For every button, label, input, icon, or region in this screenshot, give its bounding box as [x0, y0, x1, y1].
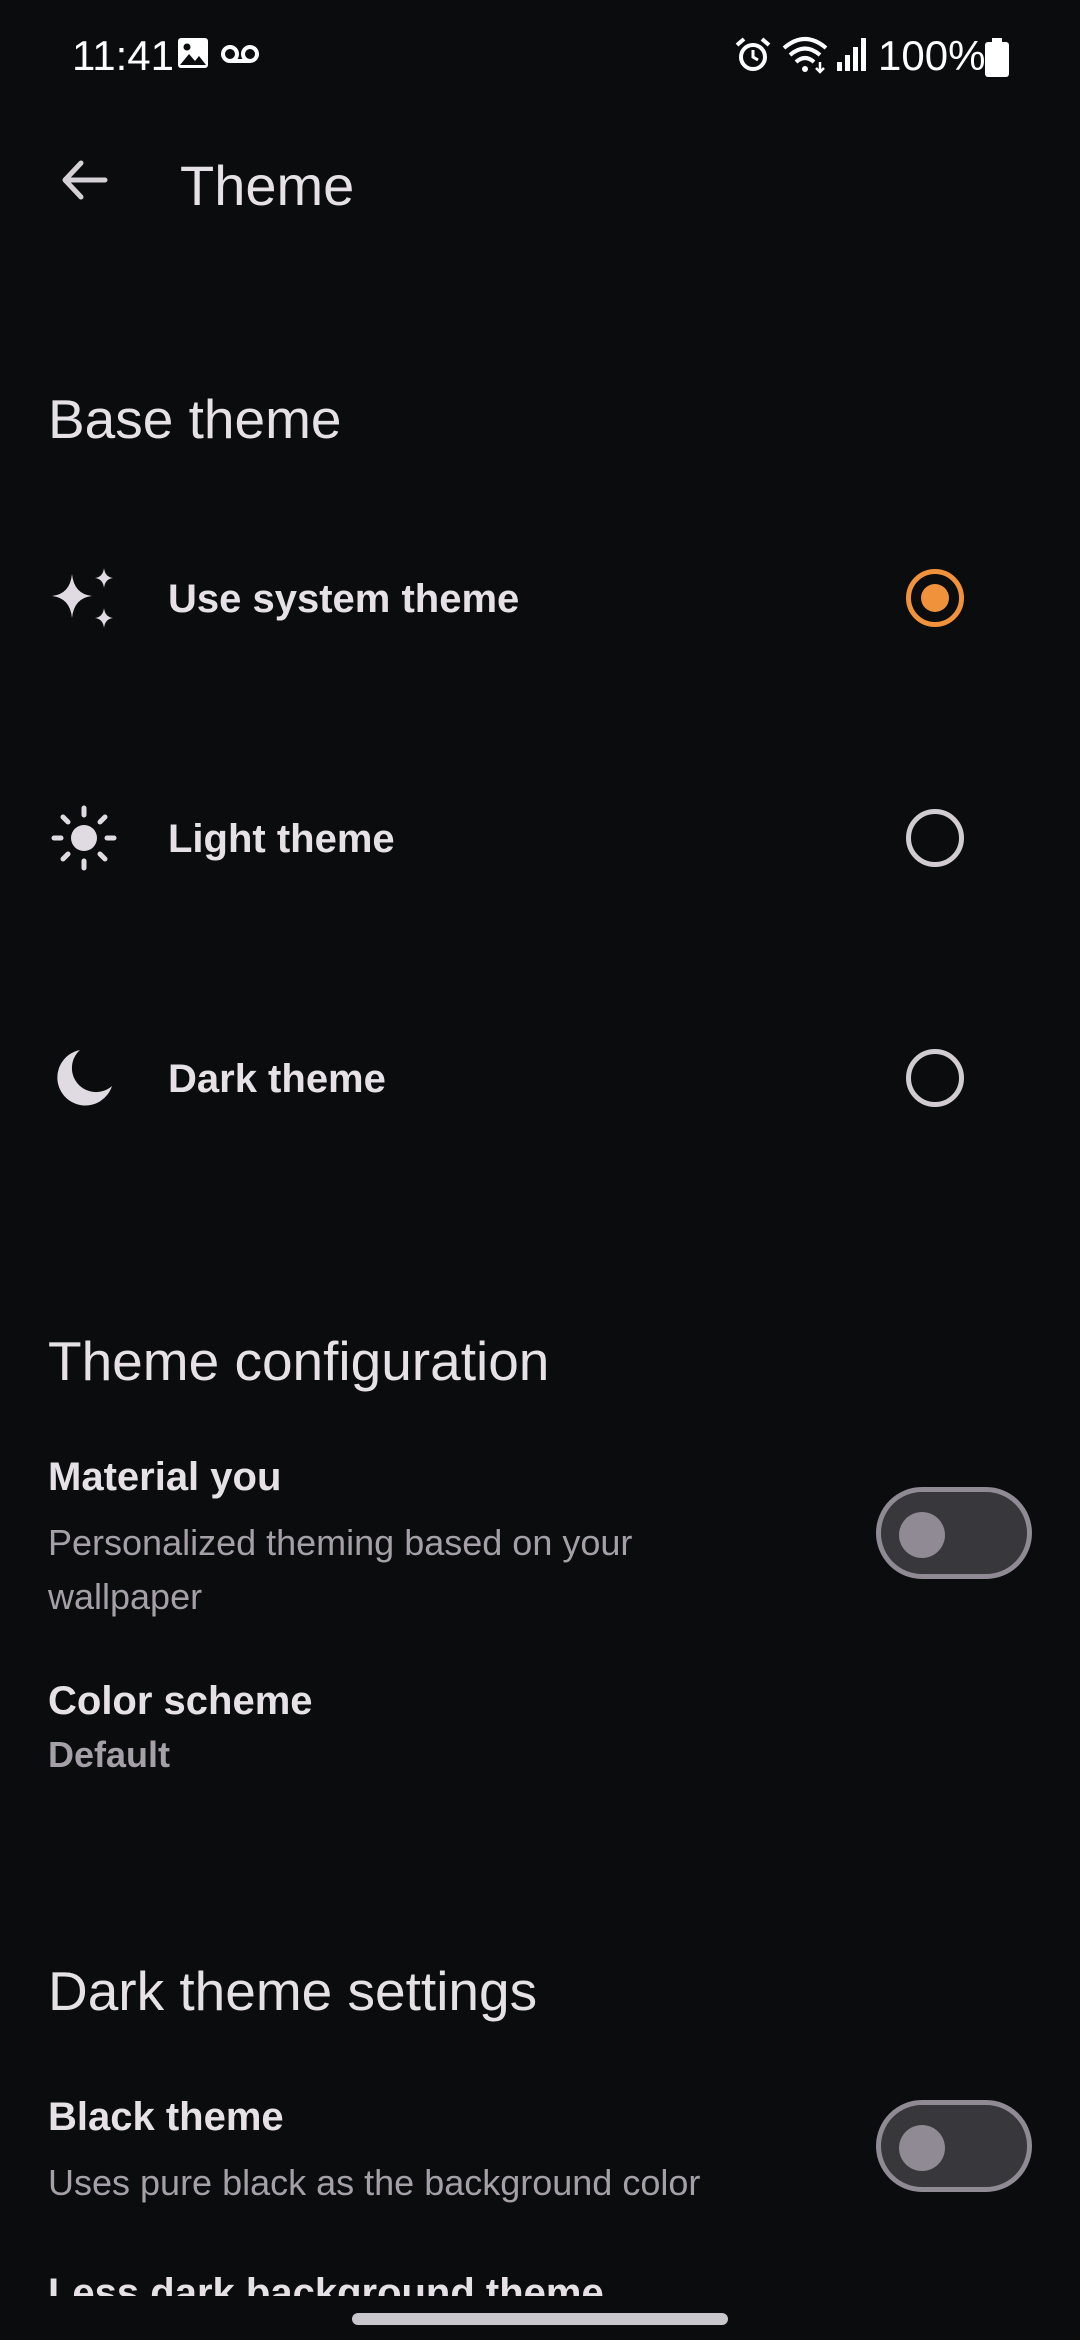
black-theme-title: Black theme	[48, 2095, 284, 2139]
material-you-switch[interactable]	[876, 1487, 1032, 1579]
status-bar: 11:41 100%	[0, 0, 1080, 114]
back-button[interactable]	[44, 140, 124, 220]
theme-settings-screen: 11:41 100% Theme Base theme Use system t…	[0, 0, 1080, 2340]
color-scheme-value: Default	[48, 1734, 171, 1775]
switch-thumb	[899, 2125, 945, 2171]
theme-configuration-header: Theme configuration	[48, 1330, 550, 1392]
status-time: 11:41	[72, 32, 174, 79]
wifi-icon	[782, 37, 828, 74]
radio-dot	[921, 584, 949, 612]
option-light-theme[interactable]: Light theme	[0, 804, 1080, 1004]
arrow-back-icon	[62, 160, 108, 200]
color-scheme-title: Color scheme	[48, 1679, 313, 1723]
material-you-title: Material you	[48, 1455, 282, 1499]
black-theme-summary: Uses pure black as the background color	[48, 2162, 701, 2203]
radio-button[interactable]	[906, 1049, 964, 1107]
option-use-system-theme[interactable]: Use system theme	[0, 564, 1080, 764]
radio-button[interactable]	[906, 809, 964, 867]
moon-icon	[57, 1050, 112, 1106]
auto-sparkle-icon	[52, 568, 113, 628]
dark-theme-settings-header: Dark theme settings	[48, 1960, 538, 2022]
switch-thumb	[899, 1512, 945, 1558]
battery-icon	[985, 38, 1009, 77]
alarm-icon	[735, 37, 771, 71]
voicemail-icon	[221, 45, 259, 63]
material-you-summary: Personalized theming based on your wallp…	[48, 1522, 633, 1617]
radio-button-selected[interactable]	[906, 569, 964, 627]
page-title: Theme	[180, 154, 355, 217]
option-dark-theme[interactable]: Dark theme	[0, 1044, 1080, 1244]
gesture-navigation-handle[interactable]	[352, 2313, 728, 2325]
base-theme-header: Base theme	[48, 388, 342, 450]
black-theme-switch[interactable]	[876, 2100, 1032, 2192]
gallery-icon	[178, 38, 208, 68]
signal-icon	[837, 38, 866, 71]
option-label: Use system theme	[168, 577, 520, 621]
battery-percent: 100%	[878, 32, 986, 79]
sun-icon	[51, 805, 117, 871]
option-label: Dark theme	[168, 1057, 386, 1101]
option-label: Light theme	[168, 817, 395, 861]
